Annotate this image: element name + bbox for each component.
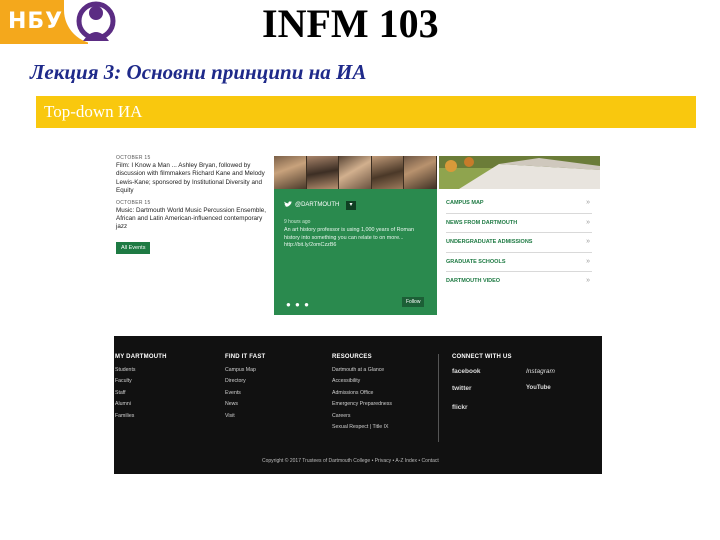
facebook-link[interactable]: facebook bbox=[452, 368, 481, 375]
link-label: DARTMOUTH VIDEO bbox=[446, 278, 501, 284]
footer-link[interactable]: Careers bbox=[332, 411, 392, 422]
nbu-logo-text: НБУ bbox=[8, 9, 64, 34]
events-list: OCTOBER 15 Film: I Know a Man ... Ashley… bbox=[116, 155, 272, 315]
footer-heading: MY DARTMOUTH bbox=[115, 354, 167, 360]
twitter-feed: @DARTMOUTH ▾ 9 hours ago An art history … bbox=[274, 189, 437, 315]
chevron-down-icon[interactable]: ▾ bbox=[346, 201, 356, 210]
footer-col-find-it-fast: FIND IT FAST Campus Map Directory Events… bbox=[225, 354, 265, 422]
carousel-dots[interactable]: ● ● ● bbox=[286, 300, 310, 309]
footer-link[interactable]: Directory bbox=[225, 376, 265, 387]
link-label: GRADUATE SCHOOLS bbox=[446, 258, 506, 265]
footer-link[interactable]: Events bbox=[225, 388, 265, 399]
footer-link[interactable]: Sexual Respect | Title IX bbox=[332, 422, 392, 433]
quick-links: CAMPUS MAP » NEWS FROM DARTMOUTH » UNDERGR… bbox=[446, 194, 592, 292]
youtube-link[interactable]: YouTube bbox=[526, 385, 551, 391]
link-news[interactable]: NEWS FROM DARTMOUTH » bbox=[446, 214, 592, 233]
slide-title: INFM 103 bbox=[262, 1, 439, 46]
footer-link[interactable]: Students bbox=[115, 365, 167, 376]
campus-photo bbox=[439, 156, 600, 189]
event-text: Music: Dartmouth World Music Percussion … bbox=[116, 206, 267, 231]
footer-heading: CONNECT WITH US bbox=[452, 354, 512, 360]
footer-link[interactable]: News bbox=[225, 399, 265, 410]
footer-link[interactable]: Faculty bbox=[115, 376, 167, 387]
chevron-right-icon: » bbox=[586, 199, 590, 206]
instagram-link[interactable]: Instagram bbox=[526, 368, 555, 375]
link-label: UNDERGRADUATE ADMISSIONS bbox=[446, 239, 533, 245]
chevron-right-icon: » bbox=[586, 277, 590, 284]
link-campus-map[interactable]: CAMPUS MAP » bbox=[446, 194, 592, 214]
flickr-link[interactable]: flickr bbox=[452, 404, 468, 411]
event-item[interactable]: OCTOBER 15 Film: I Know a Man ... Ashley… bbox=[116, 155, 272, 196]
section-band-label: Top-down ИА bbox=[44, 102, 143, 121]
footer-link[interactable]: Campus Map bbox=[225, 365, 265, 376]
campus-photo-art bbox=[439, 156, 600, 189]
link-dartmouth-video[interactable]: DARTMOUTH VIDEO » bbox=[446, 272, 592, 292]
footer-link[interactable]: Visit bbox=[225, 411, 265, 422]
twitter-handle[interactable]: @DARTMOUTH bbox=[295, 202, 339, 208]
chevron-right-icon: » bbox=[586, 238, 590, 245]
all-events-button[interactable]: All Events bbox=[116, 241, 151, 254]
link-label: CAMPUS MAP bbox=[446, 200, 484, 206]
footer-link[interactable]: Families bbox=[115, 411, 167, 422]
footer-link[interactable]: Dartmouth at a Glance bbox=[332, 365, 392, 376]
footer-link[interactable]: Staff bbox=[115, 388, 167, 399]
twitter-follow-button[interactable]: Follow bbox=[402, 297, 425, 307]
twitter-link[interactable]: twitter bbox=[452, 385, 472, 392]
crowd-photo bbox=[274, 156, 437, 189]
footer-col-resources: RESOURCES Dartmouth at a Glance Accessib… bbox=[332, 354, 392, 433]
chevron-right-icon: » bbox=[586, 218, 590, 226]
link-undergrad-admissions[interactable]: UNDERGRADUATE ADMISSIONS » bbox=[446, 233, 592, 253]
footer-link[interactable]: Alumni bbox=[115, 399, 167, 410]
twitter-bird-icon bbox=[284, 201, 292, 207]
footer-link[interactable]: Emergency Preparedness bbox=[332, 399, 392, 410]
tweet-body: An art history professor is using 1,000 … bbox=[284, 227, 415, 249]
footer-heading: RESOURCES bbox=[332, 354, 372, 360]
event-date: OCTOBER 15 bbox=[116, 199, 151, 206]
event-item[interactable]: OCTOBER 15 Music: Dartmouth World Music … bbox=[116, 200, 272, 232]
event-text: Film: I Know a Man ... Ashley Bryan, fol… bbox=[116, 162, 265, 195]
footer-link[interactable]: Admissions Office bbox=[332, 388, 392, 399]
link-graduate-schools[interactable]: GRADUATE SCHOOLS » bbox=[446, 253, 592, 272]
lecture-subtitle: Лекция 3: Основни принципи на ИА bbox=[30, 60, 367, 84]
footer-link[interactable]: Accessibility bbox=[332, 376, 392, 387]
footer-heading: FIND IT FAST bbox=[225, 354, 266, 360]
section-band: Top-down ИА bbox=[36, 96, 696, 128]
footer-copyright: Copyright © 2017 Trustees of Dartmouth C… bbox=[262, 458, 439, 464]
site-footer: MY DARTMOUTH Students Faculty Staff Alum… bbox=[114, 336, 602, 474]
event-date: OCTOBER 15 bbox=[116, 155, 151, 161]
footer-divider bbox=[438, 354, 439, 442]
footer-col-my-dartmouth: MY DARTMOUTH Students Faculty Staff Alum… bbox=[115, 354, 167, 422]
link-label: NEWS FROM DARTMOUTH bbox=[446, 219, 518, 226]
nbu-emblem-icon bbox=[76, 1, 116, 41]
footer-col-connect: CONNECT WITH US bbox=[452, 354, 512, 365]
tweet-time: 9 hours ago bbox=[284, 219, 311, 225]
chevron-right-icon: » bbox=[586, 257, 590, 265]
